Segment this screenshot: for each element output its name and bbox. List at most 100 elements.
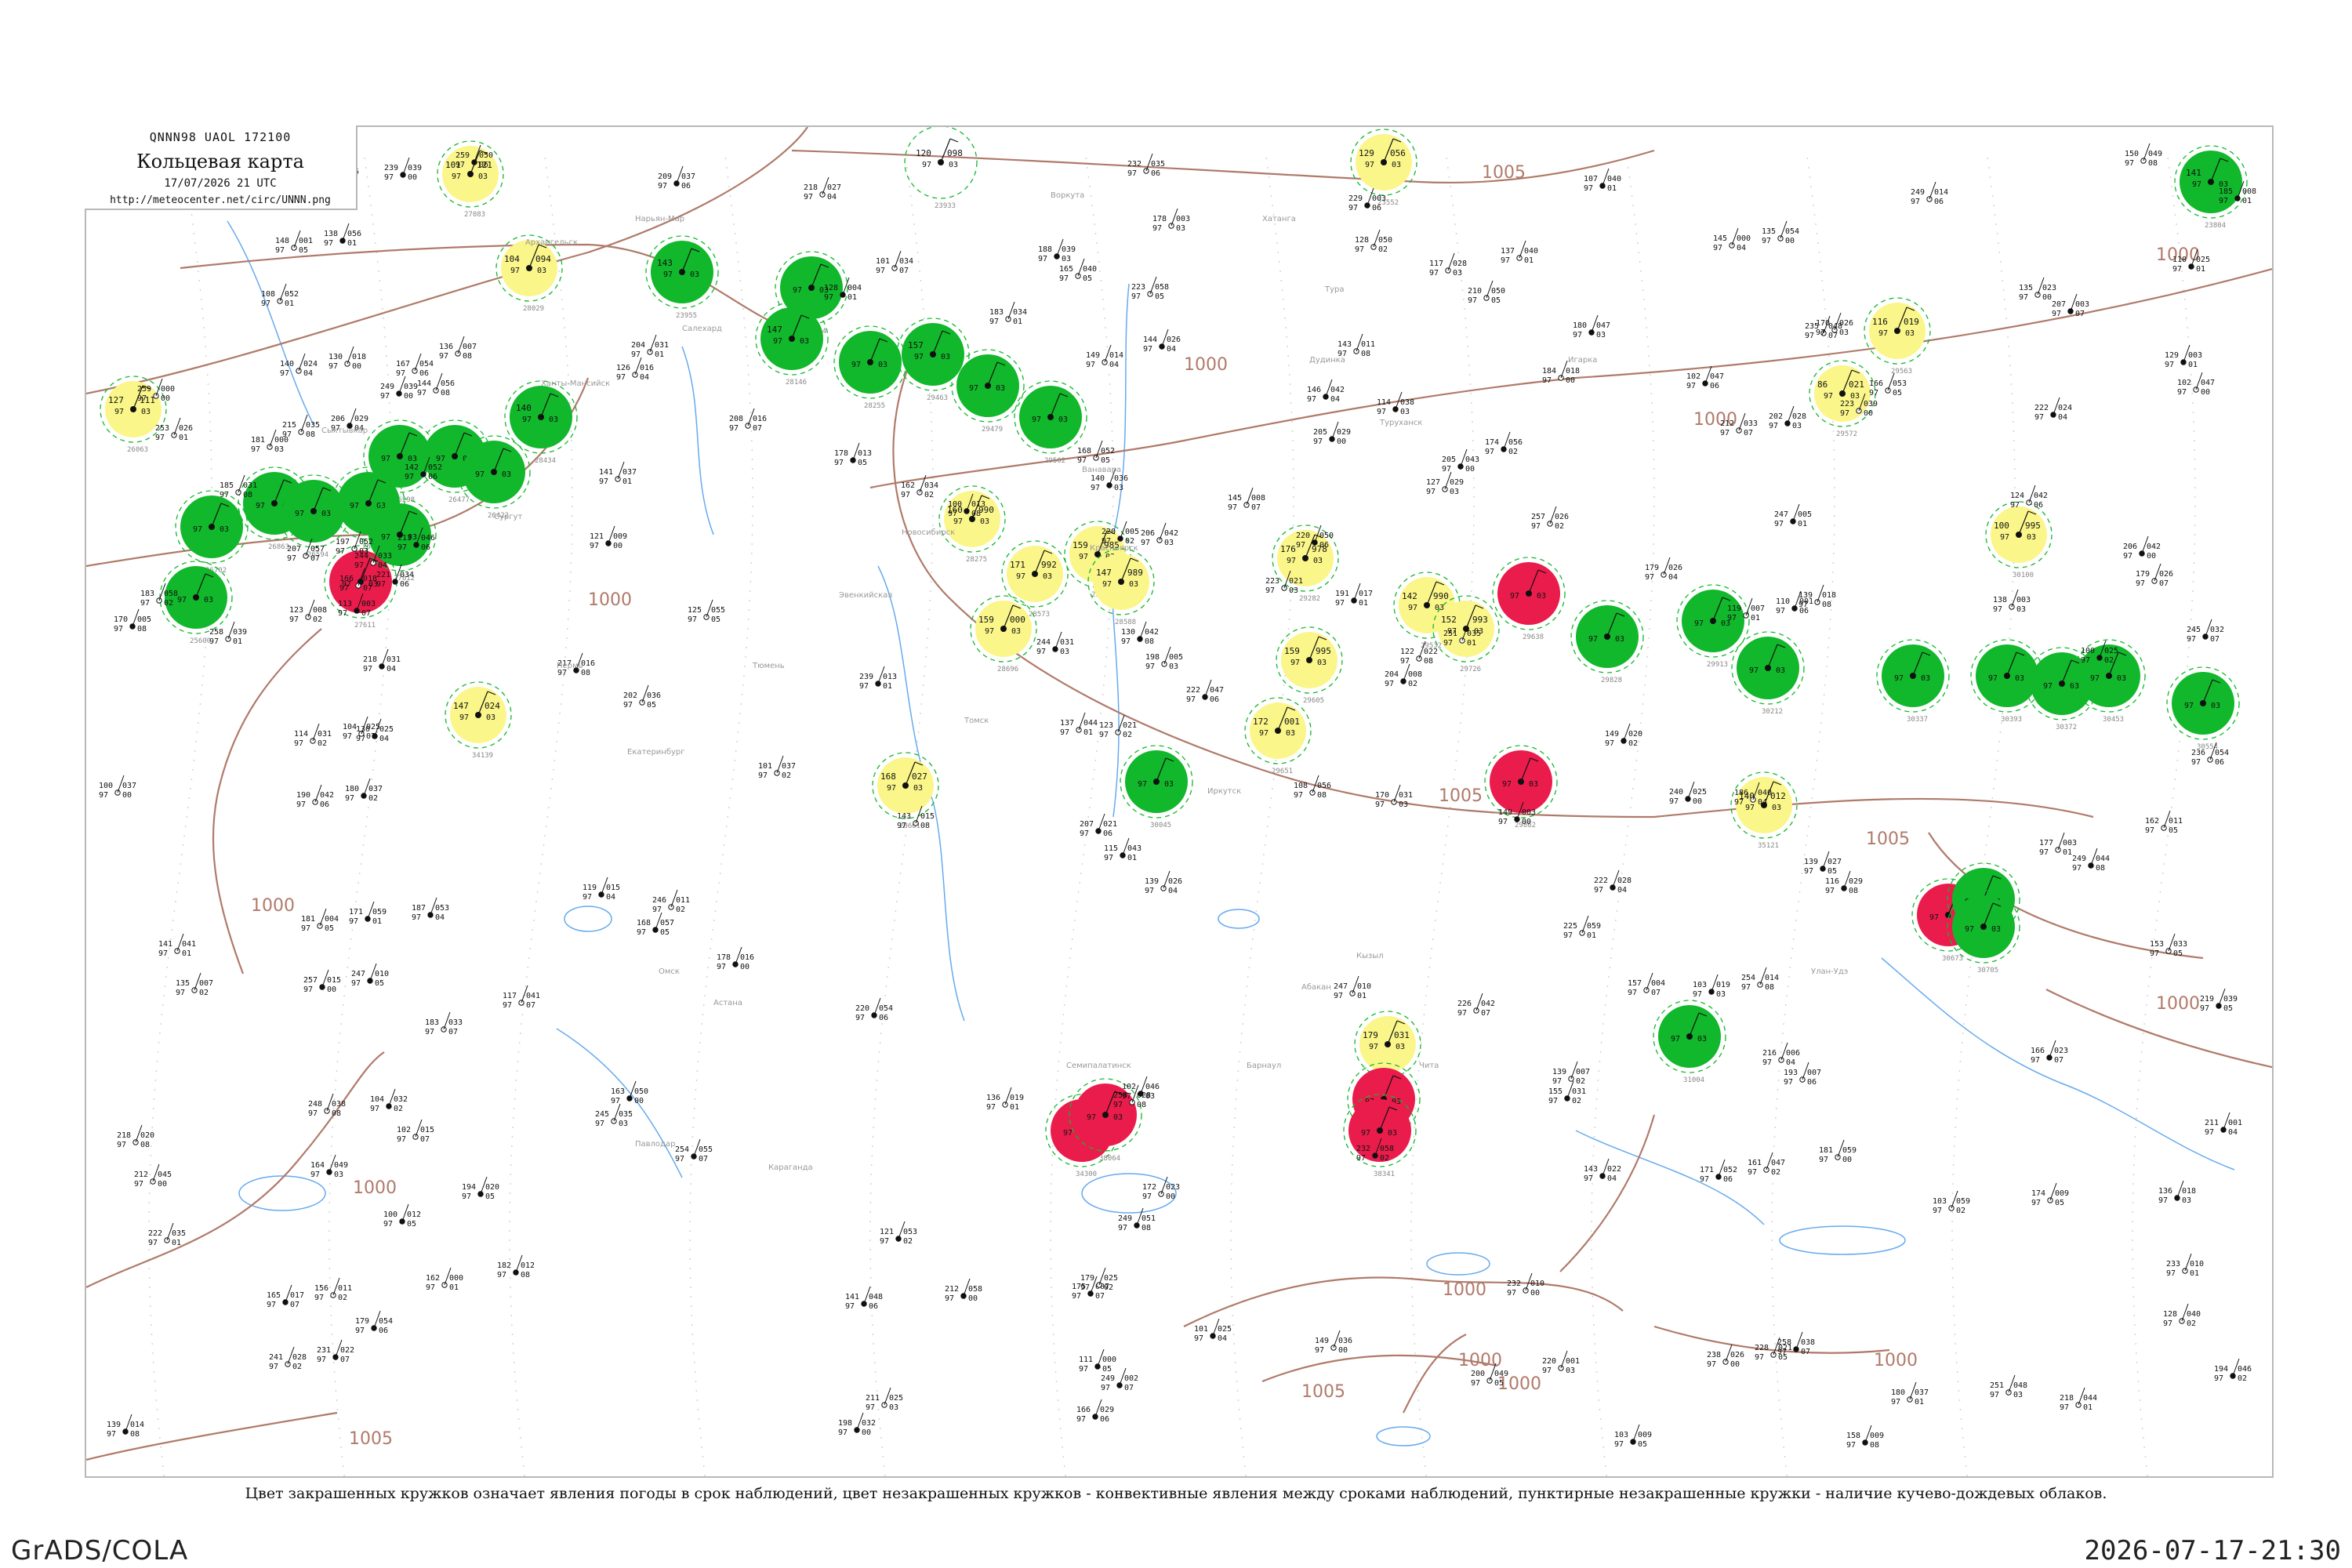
station-plot-minor[interactable]: 249 014 97 06	[1911, 181, 1948, 206]
station-plot-minor[interactable]: 124 042 97 06	[2010, 485, 2048, 510]
station-plot-minor[interactable]: 100 037 97 00	[99, 775, 136, 800]
station-plot-minor[interactable]: 207 057 97 07	[287, 538, 325, 563]
station-plot-minor[interactable]: 202 028 97 03	[1769, 405, 1806, 430]
station-plot-minor[interactable]: 194 046 97 02	[2214, 1358, 2252, 1383]
station-plot-minor[interactable]: 240 025 97 00	[1669, 781, 1707, 806]
station-plot-minor[interactable]: 219 039 97 05	[2200, 988, 2238, 1013]
station-plot-minor[interactable]: 179 026 97 04	[1645, 557, 1682, 582]
station-34139[interactable]: 147 024 97 03 34139	[445, 681, 512, 760]
station-plot-minor[interactable]: 119 015 97 04	[583, 877, 620, 902]
station-plot-minor[interactable]: 145 008 97 07	[1228, 487, 1265, 512]
station-plot-minor[interactable]: 129 003 97 01	[2165, 344, 2202, 369]
station-plot-minor[interactable]: 117 041 97 07	[503, 985, 540, 1010]
station-plot-minor[interactable]: 101 037 97 02	[758, 755, 796, 780]
station-26702[interactable]: 97 0326702	[175, 490, 249, 575]
station-plot-minor[interactable]: 136 007 97 08	[439, 336, 477, 361]
station-plot-minor[interactable]: 125 055 97 05	[688, 599, 725, 624]
station-plot-minor[interactable]: 225 059 97 01	[1563, 915, 1601, 940]
station-plot-minor[interactable]: 245 035 97 03	[595, 1103, 633, 1128]
station-plot-minor[interactable]: 145 000 97 04	[1713, 227, 1751, 252]
station-plot-minor[interactable]: 128 050 97 02	[1355, 229, 1392, 254]
station-plot-minor[interactable]: 241 028 97 02	[269, 1346, 307, 1371]
station-plot-minor[interactable]: 102 015 97 07	[397, 1119, 434, 1144]
station-plot-minor[interactable]: 233 010 97 01	[2166, 1253, 2204, 1278]
station-plot-minor[interactable]: 144 026 97 04	[1143, 328, 1181, 354]
station-plot-minor[interactable]: 108 052 97 01	[261, 283, 299, 308]
station-plot-minor[interactable]: 149 014 97 04	[1086, 344, 1123, 369]
station-30337[interactable]: 97 03 30337	[1876, 639, 1950, 724]
station-27083[interactable]: 101 12197 0327083	[437, 140, 504, 219]
station-plot-minor[interactable]: 180 047 97 03	[1573, 314, 1610, 339]
station-plot-minor[interactable]: 138 056 97 01	[324, 223, 361, 248]
station-plot-minor[interactable]: 220 001 97 03	[1542, 1350, 1580, 1375]
station-plot-minor[interactable]: 218 020 97 08	[117, 1124, 154, 1149]
station-plot-minor[interactable]: 177 003 97 01	[2039, 832, 2077, 857]
station-plot-minor[interactable]: 149 036 97 00	[1315, 1330, 1352, 1355]
station-plot-minor[interactable]: 210 050 97 05	[1468, 280, 1505, 305]
station-plot-minor[interactable]: 188 039 97 03	[1038, 238, 1076, 263]
station-plot-minor[interactable]: 158 009 97 08	[1846, 1425, 1884, 1450]
station-plot-minor[interactable]: 222 028 97 04	[1594, 869, 1632, 895]
station-plot-minor[interactable]: 206 042 97 03	[1141, 522, 1178, 547]
station-plot-minor[interactable]: 218 027 97 04	[804, 176, 841, 201]
station-29651[interactable]: 172 001 97 03 29651	[1244, 697, 1312, 775]
station-plot-minor[interactable]: 103 059 97 02	[1933, 1190, 1970, 1215]
station-plot-minor[interactable]: 103 019 97 03	[1693, 974, 1730, 999]
map-canvas[interactable]: 1005100010001000100510001000100010051000…	[86, 127, 2274, 1478]
station-plot-minor[interactable]: 161 047 97 02	[1748, 1152, 1785, 1177]
station-plot-minor[interactable]: 136 019 97 01	[986, 1087, 1024, 1112]
station-plot-minor[interactable]: 114 038 97 03	[1377, 391, 1414, 416]
station-plot-minor[interactable]: 245 032 97 07	[2187, 619, 2224, 644]
station-plot-minor[interactable]: 139 007 97 02	[1552, 1061, 1590, 1086]
station-plot-minor[interactable]: 247 010 97 01	[1334, 975, 1371, 1000]
station-plot-minor[interactable]: 103 009 97 05	[1614, 1424, 1652, 1449]
station-plot-minor[interactable]: 183 033 97 07	[425, 1011, 463, 1036]
station-plot-minor[interactable]: 148 001 97 05	[275, 230, 313, 255]
station-plot-minor[interactable]: 190 042 97 06	[296, 784, 334, 809]
station-plot-minor[interactable]: 135 023 97 00	[2019, 277, 2056, 302]
station-plot-minor[interactable]: 220 054 97 06	[855, 997, 893, 1022]
station-plot-minor[interactable]: 165 017 97 07	[267, 1284, 304, 1309]
station-plot-minor[interactable]: 141 048 97 06	[845, 1286, 883, 1311]
station-plot-minor[interactable]: 247 010 97 05	[351, 963, 389, 988]
station-plot-minor[interactable]: 168 052 97 05	[1077, 440, 1115, 465]
station-31004[interactable]: 97 03 31004	[1653, 1000, 1726, 1084]
station-plot-minor[interactable]: 166 053 97 05	[1869, 372, 1907, 397]
station-plot-minor[interactable]: 204 008 97 02	[1385, 663, 1422, 688]
station-plot-minor[interactable]: 156 011 97 02	[314, 1277, 352, 1302]
station-plot-minor[interactable]: 247 005 97 01	[1774, 503, 1812, 528]
station-plot-minor[interactable]: 239 039 97 00	[384, 157, 422, 182]
station-plot-minor[interactable]: 157 004 97 07	[1628, 972, 1665, 997]
station-plot-minor[interactable]: 107 040 97 01	[1584, 168, 1621, 193]
station-plot-minor[interactable]: 121 053 97 02	[880, 1221, 917, 1246]
station-plot-minor[interactable]: 187 053 97 04	[412, 897, 449, 922]
station-29638[interactable]: 97 03 29638	[1492, 557, 1566, 641]
station-plot-minor[interactable]: 139 026 97 04	[1145, 870, 1182, 895]
station-plot-minor[interactable]: 136 018 97 03	[2158, 1180, 2196, 1205]
station-plot-minor[interactable]: 222 024 97 04	[2034, 397, 2072, 422]
station-plot-minor[interactable]: 101 034 97 07	[876, 250, 913, 275]
station-plot-minor[interactable]: 231 022 97 07	[317, 1339, 354, 1364]
station-plot-minor[interactable]: 108 056 97 08	[1294, 775, 1331, 800]
station-plot-minor[interactable]: 139 027 97 05	[1804, 851, 1842, 876]
station-plot-minor[interactable]: 171 052 97 06	[1700, 1159, 1737, 1184]
station-28696[interactable]: 159 000 97 03 28696	[970, 595, 1037, 673]
station-plot-minor[interactable]: 102 047 97 00	[2177, 372, 2215, 397]
station-29502[interactable]: 97 03 29502	[1014, 380, 1087, 465]
station-plot-minor[interactable]: 162 011 97 05	[2145, 810, 2183, 835]
station-plot-minor[interactable]: 141 041 97 01	[158, 933, 196, 958]
station-23804[interactable]: 14197 0323804	[2174, 145, 2248, 230]
station-plot-minor[interactable]: 253 026 97 01	[155, 417, 193, 442]
station-29563[interactable]: 116 019 97 03 29563	[1864, 297, 1931, 376]
station-plot-minor[interactable]: 178 003 97 03	[1152, 208, 1190, 233]
station-plot-minor[interactable]: 153 033 97 05	[2150, 933, 2187, 958]
station-plot-minor[interactable]: 135 054 97 00	[1762, 220, 1799, 245]
station-plot-minor[interactable]: 185 031 97 08	[220, 474, 257, 499]
station-plot-minor[interactable]: 205 029 97 00	[1313, 421, 1351, 446]
station-plot-minor[interactable]: 137 040 97 01	[1501, 240, 1538, 265]
station-plot-minor[interactable]: 248 038 97 08	[308, 1093, 346, 1118]
station-plot-minor[interactable]: 191 017 97 01	[1335, 583, 1373, 608]
station-plot-minor[interactable]: 181 059 97 00	[1819, 1139, 1857, 1164]
station-plot-minor[interactable]: 218 031 97 04	[363, 648, 401, 673]
station-plot-minor[interactable]: 143 01197 08	[1338, 333, 1375, 358]
